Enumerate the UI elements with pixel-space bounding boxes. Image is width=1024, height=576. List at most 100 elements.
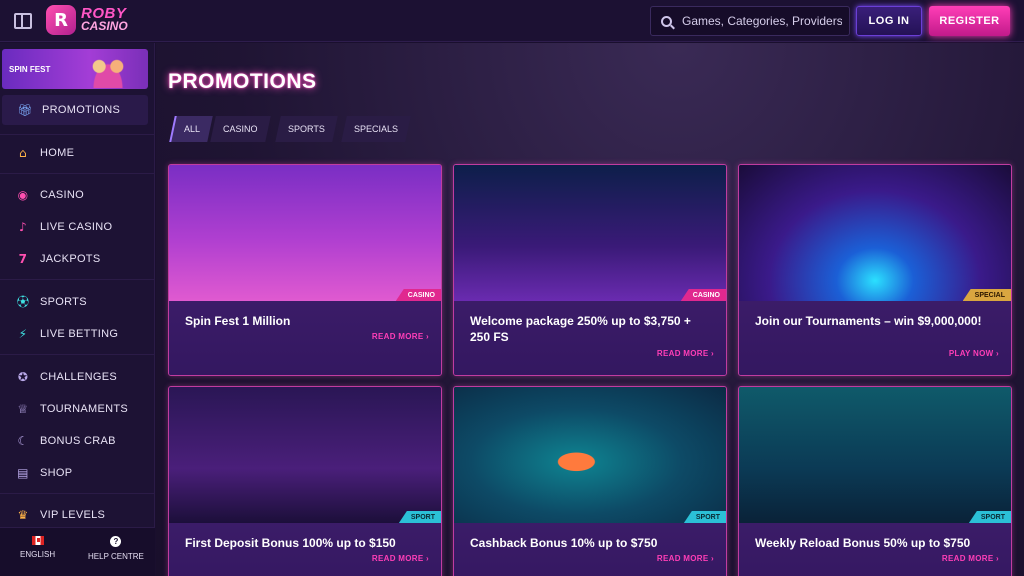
filter-tab-label: CASINO [223, 124, 258, 134]
sidebar-divider [0, 173, 155, 174]
sidebar-item-label: TOURNAMENTS [40, 403, 129, 415]
promo-card-tournaments[interactable]: SPECIAL Join our Tournaments – win $9,00… [738, 164, 1012, 376]
sidebar-item-tournaments[interactable]: ♕ TOURNAMENTS [0, 394, 155, 424]
promo-card-image [169, 165, 441, 301]
promo-card-weekly-reload[interactable]: SPORT Weekly Reload Bonus 50% up to $750… [738, 386, 1012, 576]
promo-card-spin-fest[interactable]: CASINO Spin Fest 1 Million READ MORE › [168, 164, 442, 376]
logo-line-2: CASINO [81, 19, 128, 33]
sidebar-item-label: SPORTS [40, 296, 87, 308]
sidebar-item-label: PROMOTIONS [42, 104, 121, 116]
cart-icon: ▤ [17, 466, 29, 480]
register-button[interactable]: REGISTER [929, 6, 1010, 36]
promo-card-body: Welcome package 250% up to $3,750 + 250 … [454, 301, 726, 375]
sidebar-divider [0, 279, 155, 280]
home-icon: ⌂ [19, 146, 27, 160]
sidebar-item-live-casino[interactable]: ♪ LIVE CASINO [0, 212, 155, 242]
search-box[interactable] [650, 6, 850, 36]
promo-card-body: Weekly Reload Bonus 50% up to $750 READ … [739, 523, 1011, 576]
sidebar-item-live-betting[interactable]: ⚡︎ LIVE BETTING [0, 319, 155, 349]
sidebar-item-sports[interactable]: ⚽︎ SPORTS [0, 287, 155, 317]
top-header: R ROBY CASINO LOG IN REGISTER [0, 0, 1024, 42]
filter-tab-all[interactable]: ALL [169, 116, 213, 142]
search-input[interactable] [682, 14, 842, 28]
read-more-link[interactable]: READ MORE › [372, 332, 429, 341]
promo-card-body: Spin Fest 1 Million READ MORE › [169, 301, 441, 375]
filter-tab-sports[interactable]: SPORTS [275, 116, 338, 142]
crown-icon: ♛ [17, 508, 29, 522]
category-tag: SPECIAL [962, 289, 1011, 301]
sidebar-item-label: LIVE CASINO [40, 221, 113, 233]
crab-claw-icon: ☾ [17, 434, 29, 448]
sidebar-item-promotions[interactable]: 🎁︎ PROMOTIONS [2, 95, 148, 125]
promo-card-image [169, 387, 441, 523]
seven-icon: 7 [18, 252, 28, 266]
filter-tab-label: SPECIALS [354, 124, 399, 134]
promo-card-image [739, 165, 1011, 301]
read-more-link[interactable]: READ MORE › [942, 554, 999, 563]
trophy-icon: ♕ [17, 402, 29, 416]
read-more-link[interactable]: READ MORE › [372, 554, 429, 563]
sidebar-item-casino[interactable]: ◉ CASINO [0, 180, 155, 210]
language-selector[interactable]: ENGLISH [20, 536, 55, 559]
promo-card-title: Welcome package 250% up to $3,750 + 250 … [470, 314, 691, 344]
promo-card-image [454, 387, 726, 523]
filter-tab-casino[interactable]: CASINO [210, 116, 271, 142]
banner-label: SPIN FEST [9, 64, 51, 74]
lightning-icon: ⚡︎ [18, 327, 28, 341]
sidebar-item-label: HOME [40, 147, 75, 159]
sidebar-item-label: BONUS CRAB [40, 435, 116, 447]
main-content: PROMOTIONS ALL CASINO SPORTS SPECIALS CA… [156, 43, 1024, 576]
gift-icon: 🎁︎ [17, 103, 33, 117]
login-button[interactable]: LOG IN [856, 6, 922, 36]
promo-card-body: Join our Tournaments – win $9,000,000! P… [739, 301, 1011, 375]
help-icon: ? [110, 536, 122, 547]
read-more-link[interactable]: READ MORE › [657, 349, 714, 358]
spin-fest-banner[interactable]: SPIN FEST [2, 49, 148, 89]
sidebar-divider [0, 134, 155, 135]
sidebar-item-label: VIP LEVELS [40, 509, 106, 521]
canada-flag-icon [31, 536, 44, 545]
sidebar-item-label: CHALLENGES [40, 371, 117, 383]
sidebar-divider [0, 354, 155, 355]
sidebar-item-shop[interactable]: ▤ SHOP [0, 458, 155, 488]
site-logo[interactable]: R ROBY CASINO [46, 5, 128, 35]
casino-chip-icon: ◉ [17, 188, 29, 202]
promo-card-title: First Deposit Bonus 100% up to $150 [185, 536, 396, 550]
promo-card-title: Spin Fest 1 Million [185, 314, 291, 328]
sidebar-item-label: LIVE BETTING [40, 328, 119, 340]
filter-tab-label: ALL [184, 124, 201, 134]
sidebar-divider [0, 493, 155, 494]
promo-card-welcome-package[interactable]: CASINO Welcome package 250% up to $3,750… [453, 164, 727, 376]
promo-card-body: First Deposit Bonus 100% up to $150 READ… [169, 523, 441, 576]
help-label: HELP CENTRE [88, 552, 144, 561]
sidebar-item-label: SHOP [40, 467, 73, 479]
filter-tab-label: SPORTS [288, 124, 325, 134]
help-centre-link[interactable]: ? HELP CENTRE [88, 536, 144, 561]
sidebar-item-home[interactable]: ⌂ HOME [0, 138, 155, 168]
promo-card-title: Weekly Reload Bonus 50% up to $750 [755, 536, 971, 550]
read-more-link[interactable]: READ MORE › [657, 554, 714, 563]
medal-icon: ✪ [17, 370, 29, 384]
sidebar-footer: ENGLISH ? HELP CENTRE [0, 527, 155, 576]
promo-card-cashback[interactable]: SPORT Cashback Bonus 10% up to $750 READ… [453, 386, 727, 576]
soccer-ball-icon: ⚽︎ [16, 295, 30, 309]
play-now-link[interactable]: PLAY NOW › [949, 349, 999, 358]
sidebar-item-bonus-crab[interactable]: ☾ BONUS CRAB [0, 426, 155, 456]
promo-card-title: Cashback Bonus 10% up to $750 [470, 536, 658, 550]
promo-card-body: Cashback Bonus 10% up to $750 READ MORE … [454, 523, 726, 576]
promo-card-first-deposit[interactable]: SPORT First Deposit Bonus 100% up to $15… [168, 386, 442, 576]
logo-text: ROBY CASINO [81, 6, 128, 33]
promo-card-image [454, 165, 726, 301]
sidebar-toggle-icon[interactable] [14, 13, 32, 29]
sidebar-item-jackpots[interactable]: 7 JACKPOTS [0, 244, 155, 274]
sidebar: SPIN FEST 🎁︎ PROMOTIONS ⌂ HOME ◉ CASINO … [0, 43, 155, 576]
banner-illustration [86, 52, 130, 88]
page-title: PROMOTIONS [168, 70, 317, 93]
language-label: ENGLISH [20, 550, 56, 559]
sidebar-item-vip-levels[interactable]: ♛ VIP LEVELS [0, 500, 155, 530]
sidebar-item-label: JACKPOTS [40, 253, 101, 265]
search-icon [661, 15, 672, 27]
promo-card-image [739, 387, 1011, 523]
filter-tab-specials[interactable]: SPECIALS [341, 116, 411, 142]
sidebar-item-challenges[interactable]: ✪ CHALLENGES [0, 362, 155, 392]
